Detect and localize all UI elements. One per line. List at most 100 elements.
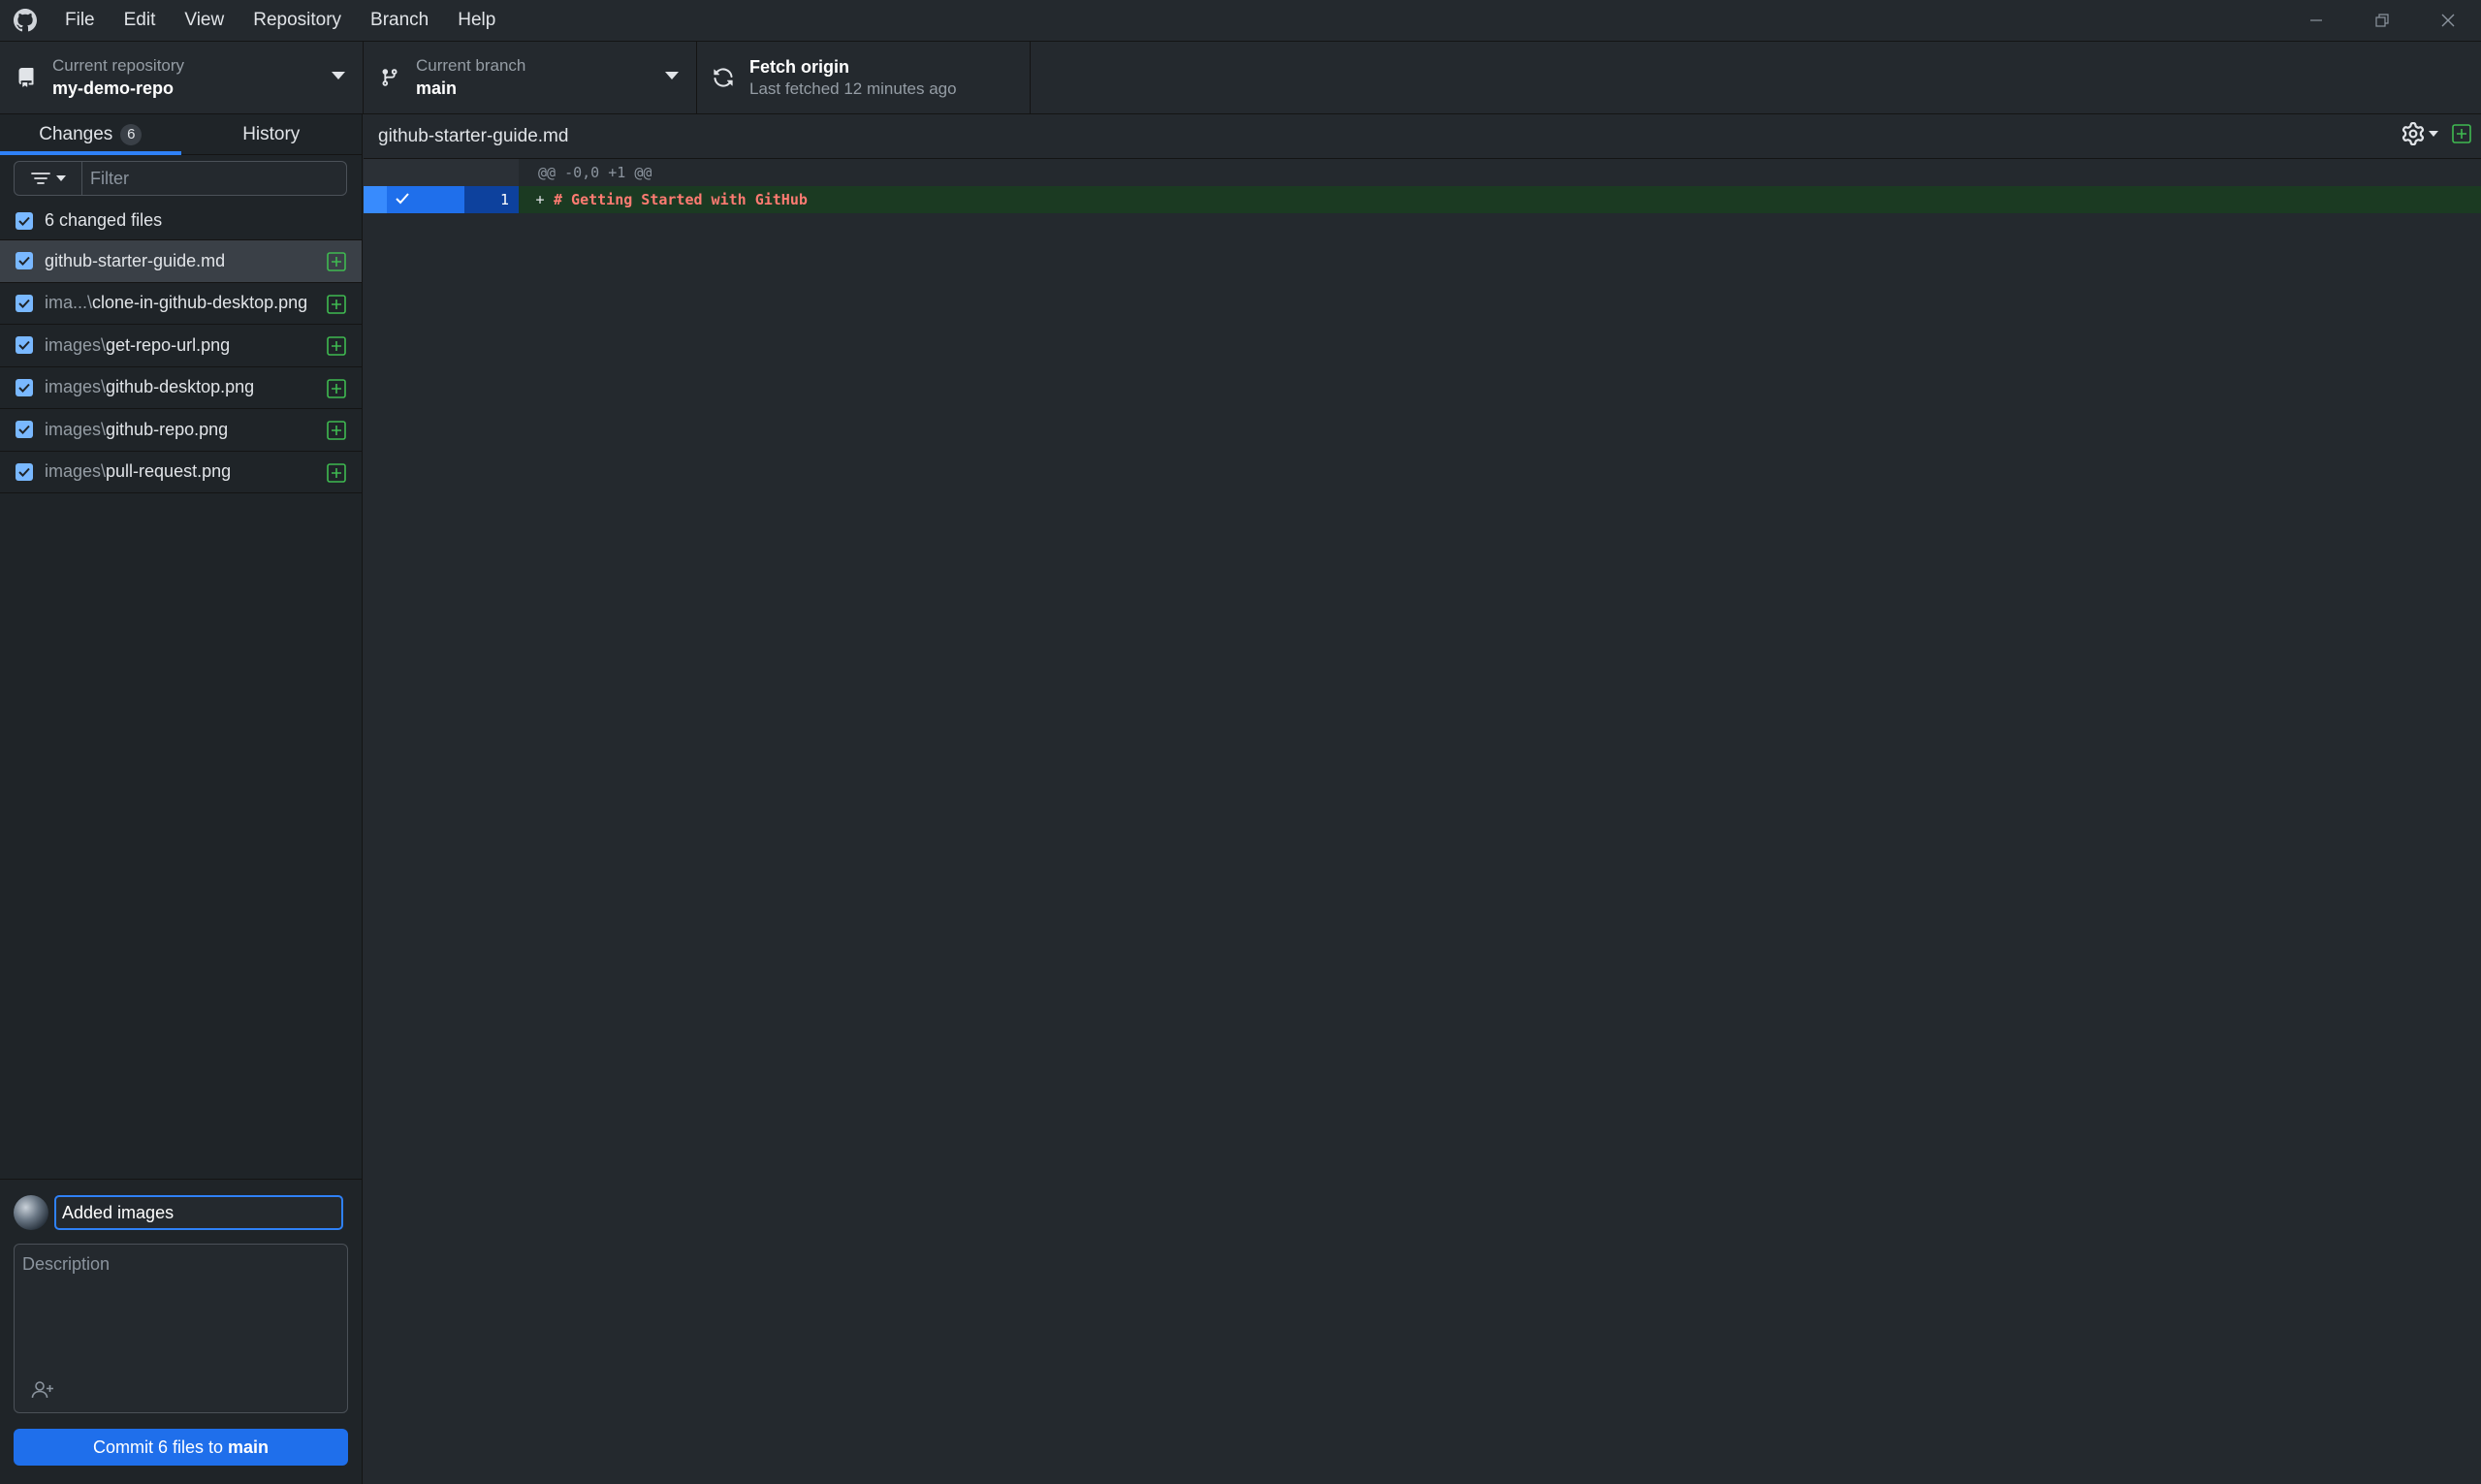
sidebar-tabs: Changes 6 History [0, 114, 362, 155]
tab-history[interactable]: History [181, 114, 363, 154]
hunk-header-row: @@ -0,0 +1 @@ [364, 159, 2481, 186]
diff-tools [2401, 122, 2471, 145]
changed-file-list: github-starter-guide.md ima...\clone-in-… [0, 240, 362, 493]
commit-description-input[interactable] [15, 1245, 347, 1371]
commit-summary-input[interactable] [54, 1195, 343, 1230]
file-checkbox[interactable] [16, 421, 33, 439]
close-icon [2441, 14, 2455, 27]
repo-icon [0, 42, 52, 113]
file-path: ima...\clone-in-github-desktop.png [45, 293, 334, 313]
close-button[interactable] [2415, 0, 2481, 41]
file-path: images\github-desktop.png [45, 377, 334, 397]
commit-button-label: Commit 6 files to [92, 1437, 224, 1457]
file-name: github-starter-guide.md [45, 250, 226, 270]
file-path: github-starter-guide.md [45, 251, 334, 271]
hunk-header-text: @@ -0,0 +1 @@ [538, 164, 652, 181]
filter-input[interactable] [82, 162, 346, 195]
file-row[interactable]: images\get-repo-url.png [0, 325, 362, 367]
select-all-checkbox[interactable] [16, 211, 33, 230]
commit-description-box [14, 1244, 348, 1413]
filter-icon [30, 173, 50, 184]
changed-files-label: 6 changed files [45, 210, 163, 230]
filter-options-button[interactable] [15, 162, 82, 195]
minimize-button[interactable] [2283, 0, 2349, 41]
sidebar: Changes 6 History 6 changed files [0, 114, 363, 1484]
diff-line-gutter[interactable]: 1 [364, 186, 519, 213]
file-row[interactable]: images\github-repo.png [0, 409, 362, 452]
fetch-origin-label: Fetch origin [749, 57, 849, 77]
file-added-icon [327, 462, 346, 483]
commit-button[interactable]: Commit 6 files to main [14, 1429, 348, 1466]
fetch-origin-button[interactable]: Fetch origin Last fetched 12 minutes ago [697, 42, 1031, 113]
file-path: images\github-repo.png [45, 420, 334, 440]
diff-filename: github-starter-guide.md [378, 125, 569, 146]
diff-options-button[interactable] [2401, 122, 2438, 145]
file-added-icon [327, 421, 346, 440]
check-icon [18, 383, 30, 393]
hunk-gutter[interactable] [364, 159, 519, 186]
restore-button[interactable] [2349, 0, 2415, 41]
file-dir: images\ [45, 377, 107, 397]
menu-file[interactable]: File [50, 0, 110, 41]
menu-repository[interactable]: Repository [239, 0, 356, 41]
file-checkbox[interactable] [16, 378, 33, 396]
changed-files-header: 6 changed files [0, 202, 362, 240]
file-dir: images\ [45, 334, 107, 355]
file-row[interactable]: images\github-desktop.png [0, 367, 362, 409]
menu-branch[interactable]: Branch [356, 0, 443, 41]
add-coauthor-button[interactable] [28, 1377, 57, 1403]
line-number: 1 [499, 191, 509, 208]
file-row[interactable]: images\pull-request.png [0, 452, 362, 493]
current-branch-button[interactable]: Current branch main [364, 42, 697, 113]
file-path: images\pull-request.png [45, 461, 334, 482]
line-number-cell [464, 186, 519, 213]
filter-box [14, 161, 347, 196]
current-repository-name: my-demo-repo [52, 79, 175, 98]
check-icon [18, 216, 30, 226]
minimize-icon [2310, 19, 2322, 21]
title-bar: File Edit View Repository Branch Help [0, 0, 2481, 41]
chevron-down-icon [332, 72, 345, 79]
file-checkbox[interactable] [16, 252, 33, 270]
file-added-icon [327, 252, 346, 271]
diff-line-added: 1 + # Getting Started with GitHub [364, 186, 2481, 213]
check-icon [18, 257, 30, 267]
file-name: clone-in-github-desktop.png [92, 293, 308, 313]
check-icon [18, 426, 30, 435]
last-fetched-text: Last fetched 12 minutes ago [749, 79, 957, 98]
current-repository-button[interactable]: Current repository my-demo-repo [0, 42, 364, 113]
gear-icon [2401, 122, 2425, 145]
file-dir: images\ [45, 461, 107, 482]
file-row[interactable]: github-starter-guide.md [0, 240, 362, 283]
menu-edit[interactable]: Edit [110, 0, 171, 41]
file-path: images\get-repo-url.png [45, 335, 334, 356]
current-branch-name: main [416, 79, 458, 98]
menu-help[interactable]: Help [443, 0, 510, 41]
diff-add-marker: + [535, 191, 545, 208]
file-name: github-repo.png [106, 419, 229, 439]
file-added-icon [327, 336, 346, 356]
file-added-icon [327, 294, 346, 314]
file-row[interactable]: ima...\clone-in-github-desktop.png [0, 283, 362, 325]
avatar [14, 1195, 48, 1230]
sync-icon [697, 42, 749, 113]
menu-bar: File Edit View Repository Branch Help [50, 0, 510, 41]
commit-summary-row [14, 1195, 343, 1230]
github-logo-icon [0, 0, 50, 41]
check-icon [18, 299, 30, 308]
tab-changes-label: Changes [39, 123, 113, 144]
menu-view[interactable]: View [170, 0, 239, 41]
branch-icon [364, 42, 416, 113]
file-checkbox[interactable] [16, 294, 33, 312]
file-checkbox[interactable] [16, 462, 33, 481]
filter-row [0, 155, 362, 202]
tab-changes[interactable]: Changes 6 [0, 114, 181, 155]
file-checkbox[interactable] [16, 336, 33, 355]
window-controls [2283, 0, 2481, 41]
diff-line-code: # Getting Started with GitHub [554, 191, 808, 208]
check-icon [396, 193, 409, 205]
check-icon [18, 467, 30, 477]
add-person-icon [31, 1381, 53, 1399]
file-dir: ima...\ [45, 293, 93, 313]
file-name: get-repo-url.png [106, 334, 231, 355]
